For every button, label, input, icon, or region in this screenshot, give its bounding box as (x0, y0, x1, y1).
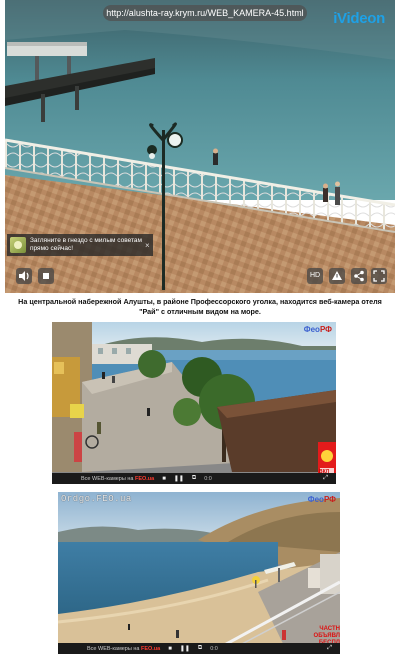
url-label[interactable]: http://alushta-ray.krym.ru/WEB_KAMERA-45… (103, 5, 307, 21)
logo-suffix: РФ (319, 325, 332, 334)
promo-prefix: Все WEB-камеры на (81, 475, 135, 482)
camera-overlay-label: Ordgo.FEO.ua (61, 494, 132, 504)
logo-main: Фео (303, 325, 320, 334)
pause-icon[interactable]: ❚❚ (174, 475, 184, 482)
snapshot-icon[interactable]: ⧉ (198, 645, 202, 652)
webcam-player-main[interactable]: http://alushta-ray.krym.ru/WEB_KAMERA-45… (5, 0, 395, 293)
warning-icon[interactable] (329, 268, 345, 284)
logo-suffix: РФ (323, 495, 336, 504)
fullscreen-icon[interactable] (371, 268, 387, 284)
ad-line: ЧАСТН (319, 626, 340, 632)
stop-icon[interactable]: ■ (168, 646, 172, 652)
webcam-caption: На центральной набережной Алушты, в райо… (18, 297, 382, 316)
notification-avatar (10, 237, 26, 253)
page: http://alushta-ray.krym.ru/WEB_KAMERA-45… (0, 0, 400, 660)
volume-icon[interactable] (16, 268, 32, 284)
logo-main: Фео (307, 495, 324, 504)
feorf-logo[interactable]: ФеоРФ (304, 325, 332, 334)
pause-icon[interactable]: ❚❚ (180, 645, 190, 652)
promo-prefix: Все WEB-камеры на (87, 645, 141, 652)
notification-toast[interactable]: Загляните в гнездо с милым советам прямо… (7, 234, 153, 256)
time-display: 0:0 (210, 645, 218, 652)
webcam-view-promenade (52, 322, 336, 472)
video-control-bar: Все WEB-камеры на FEO.ua ■ ❚❚ ⧉ 0:0 ⤢ (58, 643, 340, 654)
video-control-bar: Все WEB-камеры на FEO.ua ■ ❚❚ ⧉ 0:0 ⤢ (52, 473, 336, 484)
ivideon-logo[interactable]: iVideon (333, 10, 385, 27)
notification-text: Загляните в гнездо с милым советам прямо… (30, 237, 142, 252)
stop-icon[interactable]: ■ (162, 476, 166, 482)
ad-line: ОБЪЯВЛ (313, 633, 340, 639)
promo-site: FEO.ua (134, 475, 155, 482)
fullscreen-icon[interactable]: ⤢ (323, 475, 328, 482)
fullscreen-icon[interactable]: ⤢ (327, 645, 332, 652)
snapshot-icon[interactable]: ⧉ (192, 475, 196, 482)
quality-button[interactable]: HD (307, 268, 323, 284)
promo-link[interactable]: Все WEB-камеры на FEO.ua (87, 646, 160, 652)
promo-site: FEO.ua (140, 645, 161, 652)
promo-link[interactable]: Все WEB-камеры на FEO.ua (81, 476, 154, 482)
brand-text: iVideon (333, 10, 385, 27)
time-display: 0:0 (204, 475, 212, 482)
webcam-player-ordzhonikidze[interactable]: Ordgo.FEO.ua ФеоРФ ЧАСТН ОБЪЯВЛ БЕСПЛ Вс… (58, 492, 340, 654)
webcam-player-feodosia[interactable]: ФеоРФ ВКЛ Все WEB-камеры на FEO.ua ■ ❚❚ … (52, 322, 336, 484)
stop-icon[interactable] (38, 268, 54, 284)
feorf-logo[interactable]: ФеоРФ (308, 495, 336, 504)
webcam-view-beach (58, 492, 340, 654)
close-icon[interactable]: × (145, 241, 150, 250)
share-icon[interactable] (351, 268, 367, 284)
